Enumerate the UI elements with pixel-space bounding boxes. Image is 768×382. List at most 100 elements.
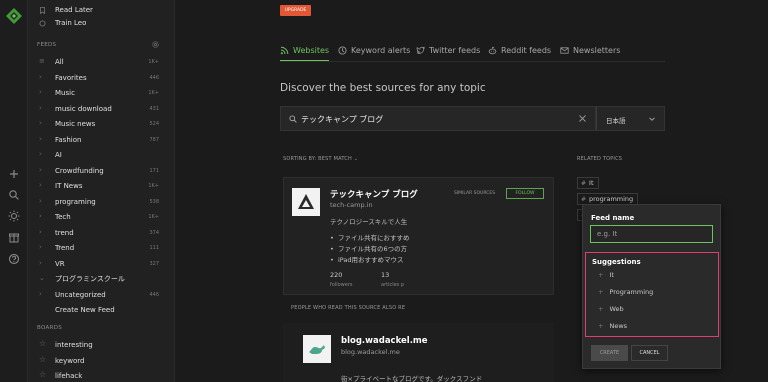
tab-label: Keyword alerts (351, 45, 411, 55)
suggestion-item[interactable]: + It (598, 271, 614, 279)
sidebar-feed-item[interactable]: › Favorites 446 (28, 71, 174, 85)
chevron-right-icon: › (39, 134, 42, 143)
gift-icon[interactable] (7, 230, 21, 244)
plus-icon: + (598, 322, 604, 330)
source-logo (292, 188, 320, 216)
feeds-settings-gear-icon[interactable] (151, 40, 160, 49)
hash-icon: # (581, 195, 587, 203)
tab-newsletters[interactable]: Newsletters (560, 41, 620, 59)
source-logo (303, 335, 331, 363)
source-url: tech-camp.in (330, 201, 373, 209)
language-value: 日本語 (606, 117, 626, 125)
chevron-right-icon: ⌄ (39, 274, 45, 282)
tab-websites[interactable]: Websites (280, 41, 329, 59)
twitter-icon (416, 46, 425, 54)
feed-label: Music news (55, 120, 96, 128)
chevron-right-icon: › (39, 72, 42, 81)
sidebar-feed-item[interactable]: Create New Feed (28, 303, 174, 317)
suggestions-label: Suggestions (592, 258, 641, 266)
sidebar-feed-item[interactable]: › programing 538 (28, 195, 174, 209)
suggestion-item[interactable]: + News (598, 322, 627, 330)
article-bullet[interactable]: • ファイル共有の6つの方 (330, 243, 407, 253)
sidebar-feed-item[interactable]: › IT News 1K+ (28, 179, 174, 193)
sidebar-feed-item[interactable]: › VR 327 (28, 257, 174, 271)
sidebar-feed-item[interactable]: › Tech 1K+ (28, 210, 174, 224)
similar-sources-link[interactable]: SIMILAR SOURCES (454, 191, 495, 196)
clear-search-icon[interactable] (578, 114, 587, 123)
feed-label: Crowdfunding (55, 166, 104, 175)
upgrade-button[interactable]: UPGRADE (280, 5, 311, 16)
feed-label: プログラミンスクール (55, 275, 125, 283)
tab-reddit-feeds[interactable]: Reddit feeds (488, 41, 551, 59)
chevron-right-icon: › (39, 243, 42, 251)
sidebar-feed-item[interactable]: ≡ All 1K+ (28, 55, 174, 69)
sidebar-feed-item[interactable]: › Fashion 787 (28, 133, 174, 147)
theme-icon[interactable] (7, 209, 21, 223)
sidebar-board-item[interactable]: ☆ keyword (28, 354, 174, 368)
search-box[interactable]: テックキャンプ ブログ (280, 106, 596, 131)
sidebar-feed-item[interactable]: › Crowdfunding 171 (28, 164, 174, 178)
source-title[interactable]: テックキャンプ ブログ (330, 188, 418, 200)
sidebar-feed-item[interactable]: › Trend 111 (28, 241, 174, 255)
feed-count: 538 (149, 198, 159, 205)
tab-twitter-feeds[interactable]: Twitter feeds (416, 41, 480, 59)
sidebar-board-item[interactable]: ☆ interesting (28, 338, 174, 352)
search-input[interactable]: テックキャンプ ブログ (301, 114, 383, 125)
source-card[interactable]: テックキャンプ ブログ tech-camp.in SIMILAR SOURCES… (283, 177, 554, 295)
chevron-right-icon: › (39, 103, 42, 112)
bookmark-icon (40, 7, 45, 14)
sidebar-item-read-later[interactable]: Read Later (28, 3, 174, 17)
article-title: iPad用おすすめマウス (337, 256, 404, 264)
sidebar-board-item[interactable]: ☆ lifehack (28, 369, 174, 382)
star-icon: ☆ (39, 354, 47, 364)
leo-icon (39, 20, 46, 27)
sorting-label[interactable]: SORTING BY: BEST MATCH ⌄ (283, 156, 358, 162)
article-bullet[interactable]: • iPad用おすすめマウス (330, 254, 404, 264)
sidebar-feed-item[interactable]: › music download 431 (28, 102, 174, 116)
chevron-right-icon: › (39, 258, 42, 267)
sidebar-feed-item[interactable]: › AI (28, 148, 174, 162)
search-icon[interactable] (7, 188, 21, 202)
sidebar-feed-item[interactable]: ⌄ プログラミンスクール (28, 272, 174, 286)
sidebar-item-train-leo[interactable]: Train Leo (28, 16, 174, 30)
sidebar-feed-item[interactable]: › Music news 524 (28, 117, 174, 131)
source-description: テクノロジースキルで人生 (330, 218, 408, 226)
feed-count: 431 (149, 105, 159, 112)
feed-name-field[interactable] (590, 225, 713, 243)
chevron-right-icon: › (39, 289, 42, 298)
feed-count: 787 (149, 136, 159, 143)
article-title: ファイル共有の6つの方 (337, 245, 408, 253)
cancel-button[interactable]: CANCEL (631, 345, 668, 361)
source-title[interactable]: blog.wadackel.me (341, 336, 428, 346)
article-bullet[interactable]: • ファイル共有におすすめ (330, 232, 409, 242)
reddit-icon (488, 46, 497, 54)
tab-label: Twitter feeds (429, 45, 481, 55)
sidebar-item-label: Read Later (55, 6, 93, 14)
language-select[interactable]: 日本語 (596, 106, 665, 131)
create-button[interactable]: CREATE (591, 345, 628, 361)
feed-label: All (55, 58, 64, 66)
help-icon[interactable] (7, 252, 21, 266)
sidebar-feed-item[interactable]: › Music 1K+ (28, 86, 174, 100)
feed-label: AI (55, 151, 62, 159)
related-topic-tag[interactable]: # It (577, 177, 599, 189)
star-icon: ☆ (39, 370, 47, 379)
suggestion-item[interactable]: + Programming (598, 288, 653, 296)
suggestion-item[interactable]: + Web (598, 305, 624, 313)
feedly-logo-icon[interactable] (6, 8, 22, 24)
source-card[interactable]: blog.wadackel.me blog.wadackel.me 街×プライベ… (283, 323, 554, 382)
topic-label: programming (589, 195, 634, 203)
add-icon[interactable] (7, 167, 21, 181)
sidebar-feed-item[interactable]: › trend 374 (28, 226, 174, 240)
feed-name-input[interactable] (591, 226, 712, 242)
sorting-text: SORTING BY: BEST MATCH (283, 156, 352, 162)
follow-button[interactable]: FOLLOW (506, 188, 544, 199)
suggestion-label: News (609, 322, 628, 330)
tab-keyword-alerts[interactable]: Keyword alerts (338, 41, 410, 59)
tab-label: Newsletters (573, 45, 621, 55)
sidebar-feed-item[interactable]: › Uncategorized 446 (28, 288, 174, 302)
feed-count: 446 (149, 74, 159, 81)
chevron-down-icon: ⌄ (353, 156, 359, 162)
main-content: UPGRADE Websites Keyword alerts Twitter … (176, 0, 768, 382)
followers-count: 220 (330, 271, 343, 279)
